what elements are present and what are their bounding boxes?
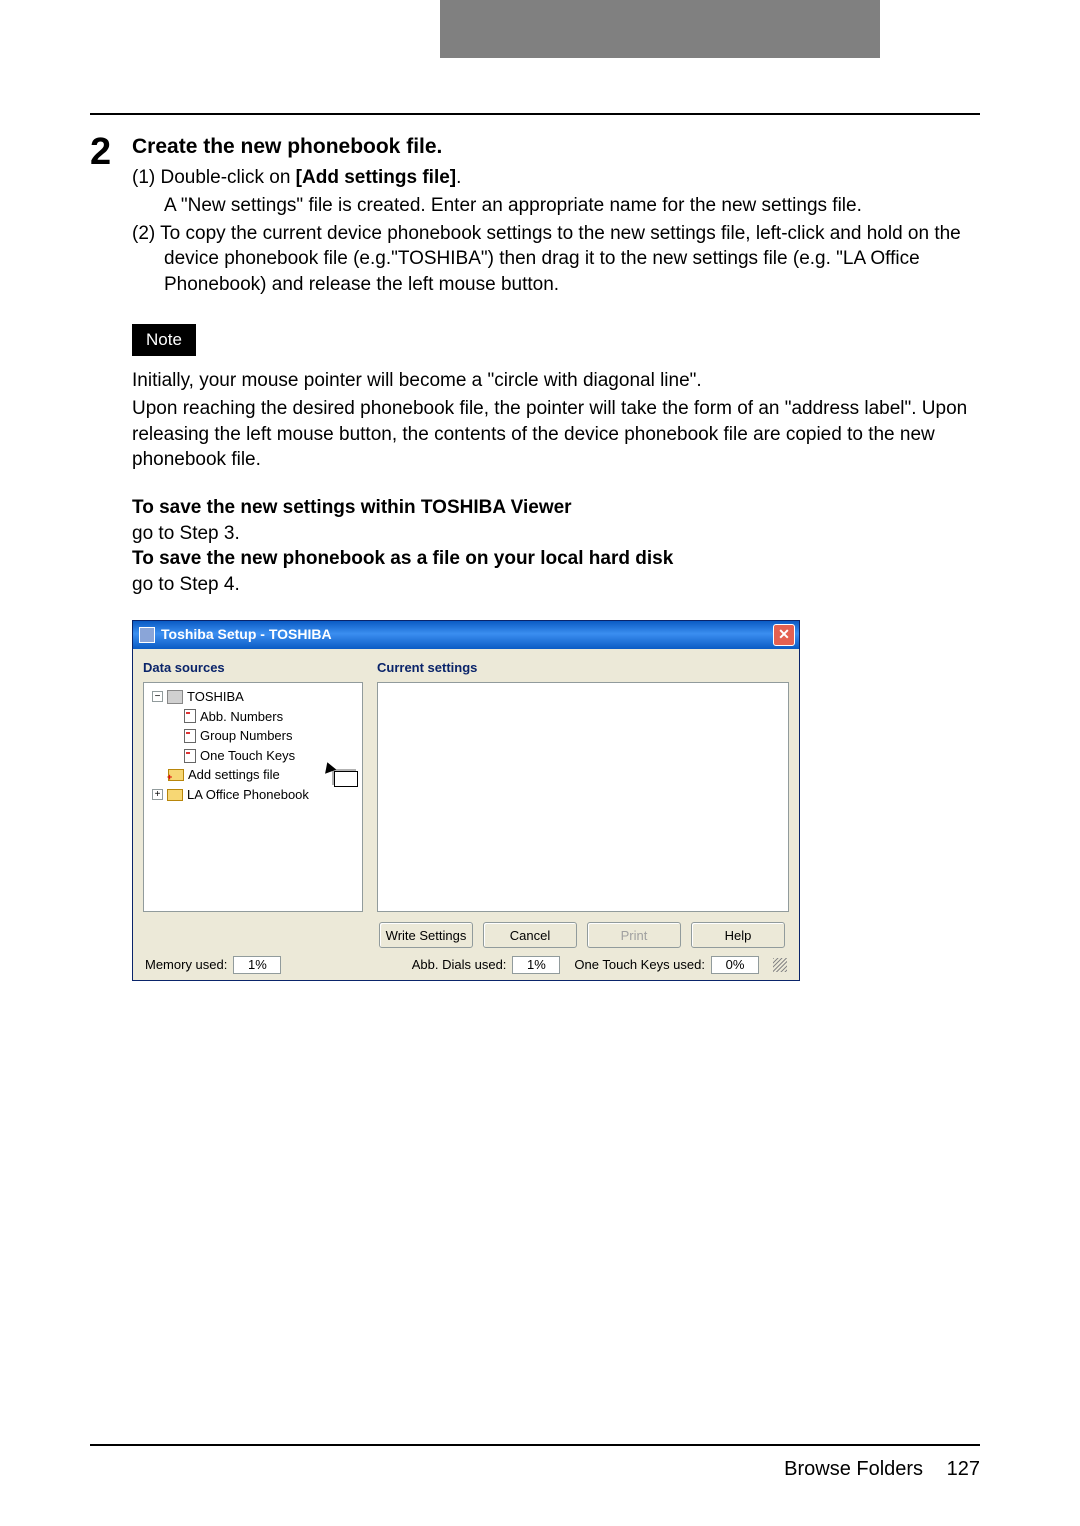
dials-value: 1% — [512, 956, 560, 974]
settings-panel — [377, 682, 789, 912]
save-section: To save the new settings within TOSHIBA … — [132, 495, 980, 598]
current-settings-header: Current settings — [377, 659, 789, 677]
note-line2: Upon reaching the desired phonebook file… — [132, 396, 980, 473]
keys-value: 0% — [711, 956, 759, 974]
footer-page-number: 127 — [947, 1458, 980, 1480]
save-line1-rest: go to Step 3. — [132, 521, 980, 547]
doc-icon — [184, 749, 196, 763]
folder-icon — [167, 789, 183, 801]
write-settings-button[interactable]: Write Settings — [379, 922, 473, 948]
tree-onetouch-label: One Touch Keys — [200, 747, 295, 765]
print-button[interactable]: Print — [587, 922, 681, 948]
dialog-titlebar: Toshiba Setup - TOSHIBA ✕ — [133, 621, 799, 649]
app-icon — [139, 627, 155, 643]
page-header — [0, 0, 1080, 58]
footer-text: Browse Folders 127 — [90, 1458, 980, 1481]
expand-icon[interactable]: + — [152, 789, 163, 800]
add-folder-icon — [168, 769, 184, 781]
titlebar-left: Toshiba Setup - TOSHIBA — [139, 625, 332, 644]
cancel-button[interactable]: Cancel — [483, 922, 577, 948]
footer-section: Browse Folders — [784, 1458, 923, 1480]
substep-1: (1) Double-click on [Add settings file]. — [132, 165, 980, 191]
keys-used-status: One Touch Keys used: 0% — [574, 956, 759, 974]
tree-abb-label: Abb. Numbers — [200, 708, 283, 726]
dials-label: Abb. Dials used: — [412, 956, 507, 974]
sub1-bold: [Add settings file] — [296, 167, 456, 188]
tree-group-label: Group Numbers — [200, 727, 292, 745]
tree-la-label: LA Office Phonebook — [187, 786, 309, 804]
status-bar: Memory used: 1% Abb. Dials used: 1% One … — [143, 956, 789, 974]
note-text: Initially, your mouse pointer will becom… — [132, 368, 980, 473]
doc-icon — [184, 709, 196, 723]
tree-add-label: Add settings file — [188, 766, 280, 784]
resize-grip-icon[interactable] — [773, 958, 787, 972]
substep-2: (2) To copy the current device phonebook… — [164, 221, 980, 298]
bottom-rule — [90, 1444, 980, 1446]
step-title: Create the new phonebook file. — [132, 133, 980, 161]
close-button[interactable]: ✕ — [773, 624, 795, 646]
button-row: Write Settings Cancel Print Help — [377, 922, 789, 948]
step-container: 2 Create the new phonebook file. (1) Dou… — [90, 133, 980, 981]
dialog-body: Data sources − TOSHIBA Abb. Numbers — [133, 649, 799, 981]
embedded-dialog: Toshiba Setup - TOSHIBA ✕ Data sources − — [132, 620, 800, 982]
sub1-suffix: . — [456, 167, 461, 188]
header-gray-block — [440, 0, 880, 58]
tree-panel[interactable]: − TOSHIBA Abb. Numbers — [143, 682, 363, 912]
tree-root-label: TOSHIBA — [187, 688, 244, 706]
sub1-desc: A "New settings" file is created. Enter … — [164, 193, 980, 219]
collapse-icon[interactable]: − — [152, 691, 163, 702]
dialog-title: Toshiba Setup - TOSHIBA — [161, 625, 332, 644]
status-right: Abb. Dials used: 1% One Touch Keys used:… — [412, 956, 787, 974]
tree-root[interactable]: − TOSHIBA — [148, 687, 358, 707]
top-rule — [90, 113, 980, 115]
step-body: Create the new phonebook file. (1) Doubl… — [132, 133, 980, 981]
dialog-columns: Data sources − TOSHIBA Abb. Numbers — [143, 659, 789, 949]
tree-item-abb[interactable]: Abb. Numbers — [148, 707, 358, 727]
save-line2-bold: To save the new phonebook as a file on y… — [132, 546, 980, 572]
step-number: 2 — [90, 133, 120, 981]
current-settings-column: Current settings Write Settings Cancel P… — [377, 659, 789, 949]
memory-label: Memory used: — [145, 956, 227, 974]
page-footer: Browse Folders 127 — [90, 1444, 980, 1481]
note-label: Note — [132, 324, 196, 357]
close-icon: ✕ — [778, 625, 790, 644]
help-button[interactable]: Help — [691, 922, 785, 948]
status-left: Memory used: 1% — [145, 956, 281, 974]
dials-used-status: Abb. Dials used: 1% — [412, 956, 561, 974]
data-sources-header: Data sources — [143, 659, 363, 677]
page-content: 2 Create the new phonebook file. (1) Dou… — [0, 58, 1080, 981]
save-line1-bold: To save the new settings within TOSHIBA … — [132, 495, 980, 521]
keys-label: One Touch Keys used: — [574, 956, 705, 974]
tree-la-office[interactable]: + LA Office Phonebook — [148, 785, 358, 805]
drag-cursor-icon — [334, 771, 358, 787]
tree-item-group[interactable]: Group Numbers — [148, 726, 358, 746]
memory-used-status: Memory used: 1% — [145, 956, 281, 974]
note-line1: Initially, your mouse pointer will becom… — [132, 368, 980, 394]
device-icon — [167, 690, 183, 704]
save-line2-rest: go to Step 4. — [132, 572, 980, 598]
memory-value: 1% — [233, 956, 281, 974]
sub1-prefix: (1) Double-click on — [132, 167, 296, 188]
data-sources-column: Data sources − TOSHIBA Abb. Numbers — [143, 659, 363, 949]
doc-icon — [184, 729, 196, 743]
